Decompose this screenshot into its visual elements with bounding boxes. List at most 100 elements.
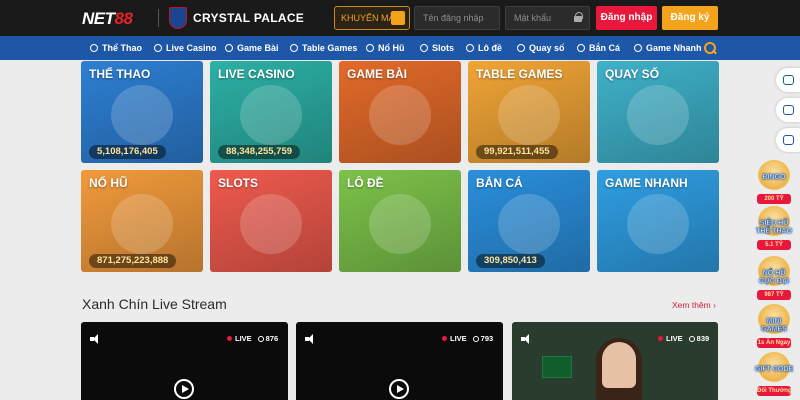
side-promo-name: SIÊU HŨ THỂ THAO: [756, 220, 792, 235]
nav-label: Game Nhanh: [646, 43, 702, 53]
live-status: LIVE 793: [442, 333, 493, 345]
slot-jar-icon: [366, 44, 374, 52]
game-tile-game-nhanh[interactable]: GAME NHANH: [597, 170, 719, 272]
mute-icon[interactable]: [521, 334, 533, 344]
stream-card[interactable]: LIVE 793: [296, 322, 503, 400]
promotions-label: KHUYẾN MÃI: [341, 13, 398, 23]
nav-item-slots[interactable]: Slots: [420, 36, 454, 60]
live-label: LIVE: [235, 334, 252, 343]
side-promo-no-hu[interactable]: NỔ HŨ CỰC ĐẠI 987 TỶ: [754, 256, 794, 300]
side-promo-prize: 987 TỶ: [757, 290, 791, 300]
telegram-icon: [783, 135, 794, 145]
lottery-cage-icon: [627, 85, 689, 145]
jackpot-counter: 5,108,176,405: [89, 145, 166, 159]
gift-icon: [391, 11, 405, 25]
card-player-icon: [369, 85, 431, 145]
game-tile-quay-so[interactable]: QUAY SỐ: [597, 61, 719, 163]
nav-item-the-thao[interactable]: Thể Thao: [90, 36, 142, 60]
live-casino-icon: [154, 44, 162, 52]
viewer-count: 876: [265, 334, 279, 343]
viewer-icon: [257, 336, 264, 342]
password-placeholder: Mật khẩu: [514, 13, 552, 23]
game-tile-title: SLOTS: [218, 176, 259, 190]
play-icon[interactable]: [389, 379, 409, 399]
game-tile-lo-de[interactable]: LÔ ĐỀ: [339, 170, 461, 272]
nav-label: Nổ Hũ: [378, 43, 405, 53]
nav-label: Game Bài: [237, 43, 279, 53]
telegram-button[interactable]: [776, 128, 800, 152]
side-promo-name: MINI GAMES: [761, 318, 787, 333]
side-promo-name: BINGO: [762, 174, 786, 181]
lucky-777-icon: [240, 194, 302, 254]
fortune-god-icon: [111, 194, 173, 254]
login-button[interactable]: Đăng nhập: [596, 6, 657, 30]
nav-item-no-hu[interactable]: Nổ Hũ: [366, 36, 405, 60]
username-input[interactable]: Tên đăng nhập: [414, 6, 500, 30]
game-tile-ban-ca[interactable]: BẮN CÁ 309,850,413: [468, 170, 590, 272]
top-header: NET88 CRYSTAL PALACE KHUYẾN MÃI Tên đăng…: [0, 0, 800, 36]
register-button[interactable]: Đăng ký: [662, 6, 718, 30]
soccer-ball-icon: [90, 44, 98, 52]
lottery-ball-icon: [466, 44, 474, 52]
slots-icon: [420, 44, 428, 52]
side-promo-prize: 200 TỶ: [757, 194, 791, 204]
jackpot-counter: 309,850,413: [476, 254, 545, 268]
game-tile-live-casino[interactable]: LIVE CASINO 88,348,255,759: [210, 61, 332, 163]
viewer-count: 839: [696, 334, 710, 343]
live-status: LIVE 839: [658, 333, 709, 345]
nav-item-table-games[interactable]: Table Games: [290, 36, 357, 60]
side-promo-sieu-hu[interactable]: SIÊU HŨ THỂ THAO 5.1 TỶ: [754, 206, 794, 250]
cards-icon: [225, 44, 233, 52]
game-tile-title: TABLE GAMES: [476, 67, 563, 81]
nav-label: Thể Thao: [102, 43, 142, 53]
net88-logo[interactable]: NET88: [82, 9, 133, 29]
password-input[interactable]: Mật khẩu: [505, 6, 590, 30]
promotions-button[interactable]: KHUYẾN MÃI: [334, 6, 410, 30]
nav-item-quay-so[interactable]: Quay số: [517, 36, 565, 60]
live-dot-icon: [227, 336, 232, 341]
see-more-link[interactable]: Xem thêm ›: [672, 300, 716, 310]
nav-item-lo-de[interactable]: Lô đề: [466, 36, 502, 60]
live-status: LIVE 876: [227, 333, 278, 345]
logo-number: 88: [114, 9, 133, 28]
game-tile-title: GAME NHANH: [605, 176, 688, 190]
stream-card[interactable]: LIVE 876: [81, 322, 288, 400]
game-tile-slots[interactable]: SLOTS: [210, 170, 332, 272]
mute-icon[interactable]: [305, 334, 317, 344]
nav-item-ban-ca[interactable]: Bắn Cá: [577, 36, 620, 60]
chat-icon: [783, 75, 794, 85]
game-tile-no-hu[interactable]: NỔ HŨ 871,275,223,888: [81, 170, 203, 272]
table-games-icon: [290, 44, 298, 52]
side-promo-gift-code[interactable]: GIFT CODE Đổi Thưởng: [754, 352, 794, 396]
messenger-button[interactable]: [776, 98, 800, 122]
rocket-icon: [634, 44, 642, 52]
game-tile-the-thao[interactable]: THỂ THAO 5,108,176,405: [81, 61, 203, 163]
spin-wheel-icon: [517, 44, 525, 52]
nav-item-live-casino[interactable]: Live Casino: [154, 36, 217, 60]
airplane-icon: [627, 194, 689, 254]
side-promo-prize: 1s Ăn Ngay: [757, 338, 791, 348]
game-tile-title: LIVE CASINO: [218, 67, 295, 81]
mute-icon[interactable]: [90, 334, 102, 344]
header-divider: [158, 9, 159, 27]
viewer-count: 793: [480, 334, 494, 343]
game-tile-table-games[interactable]: TABLE GAMES 99,921,511,455: [468, 61, 590, 163]
side-promo-mini-games[interactable]: MINI GAMES 1s Ăn Ngay: [754, 304, 794, 348]
side-promo-prize: Đổi Thưởng: [757, 386, 792, 396]
game-tile-game-bai[interactable]: GAME BÀI: [339, 61, 461, 163]
messenger-icon: [783, 105, 794, 115]
card-shoe: [542, 356, 572, 378]
chat-support-button[interactable]: [776, 68, 800, 92]
nav-item-game-nhanh[interactable]: Game Nhanh: [634, 36, 702, 60]
casino-dealer-icon: [240, 85, 302, 145]
nav-item-game-bai[interactable]: Game Bài: [225, 36, 279, 60]
live-label: LIVE: [666, 334, 683, 343]
footballer-trophy-icon: [111, 85, 173, 145]
nav-label: Quay số: [529, 43, 565, 53]
search-icon[interactable]: [704, 42, 716, 54]
play-icon[interactable]: [174, 379, 194, 399]
side-promo-bingo[interactable]: BINGO 200 TỶ: [754, 160, 794, 204]
shark-gunner-icon: [498, 194, 560, 254]
username-placeholder: Tên đăng nhập: [423, 13, 484, 23]
stream-card[interactable]: LIVE 839: [512, 322, 718, 400]
